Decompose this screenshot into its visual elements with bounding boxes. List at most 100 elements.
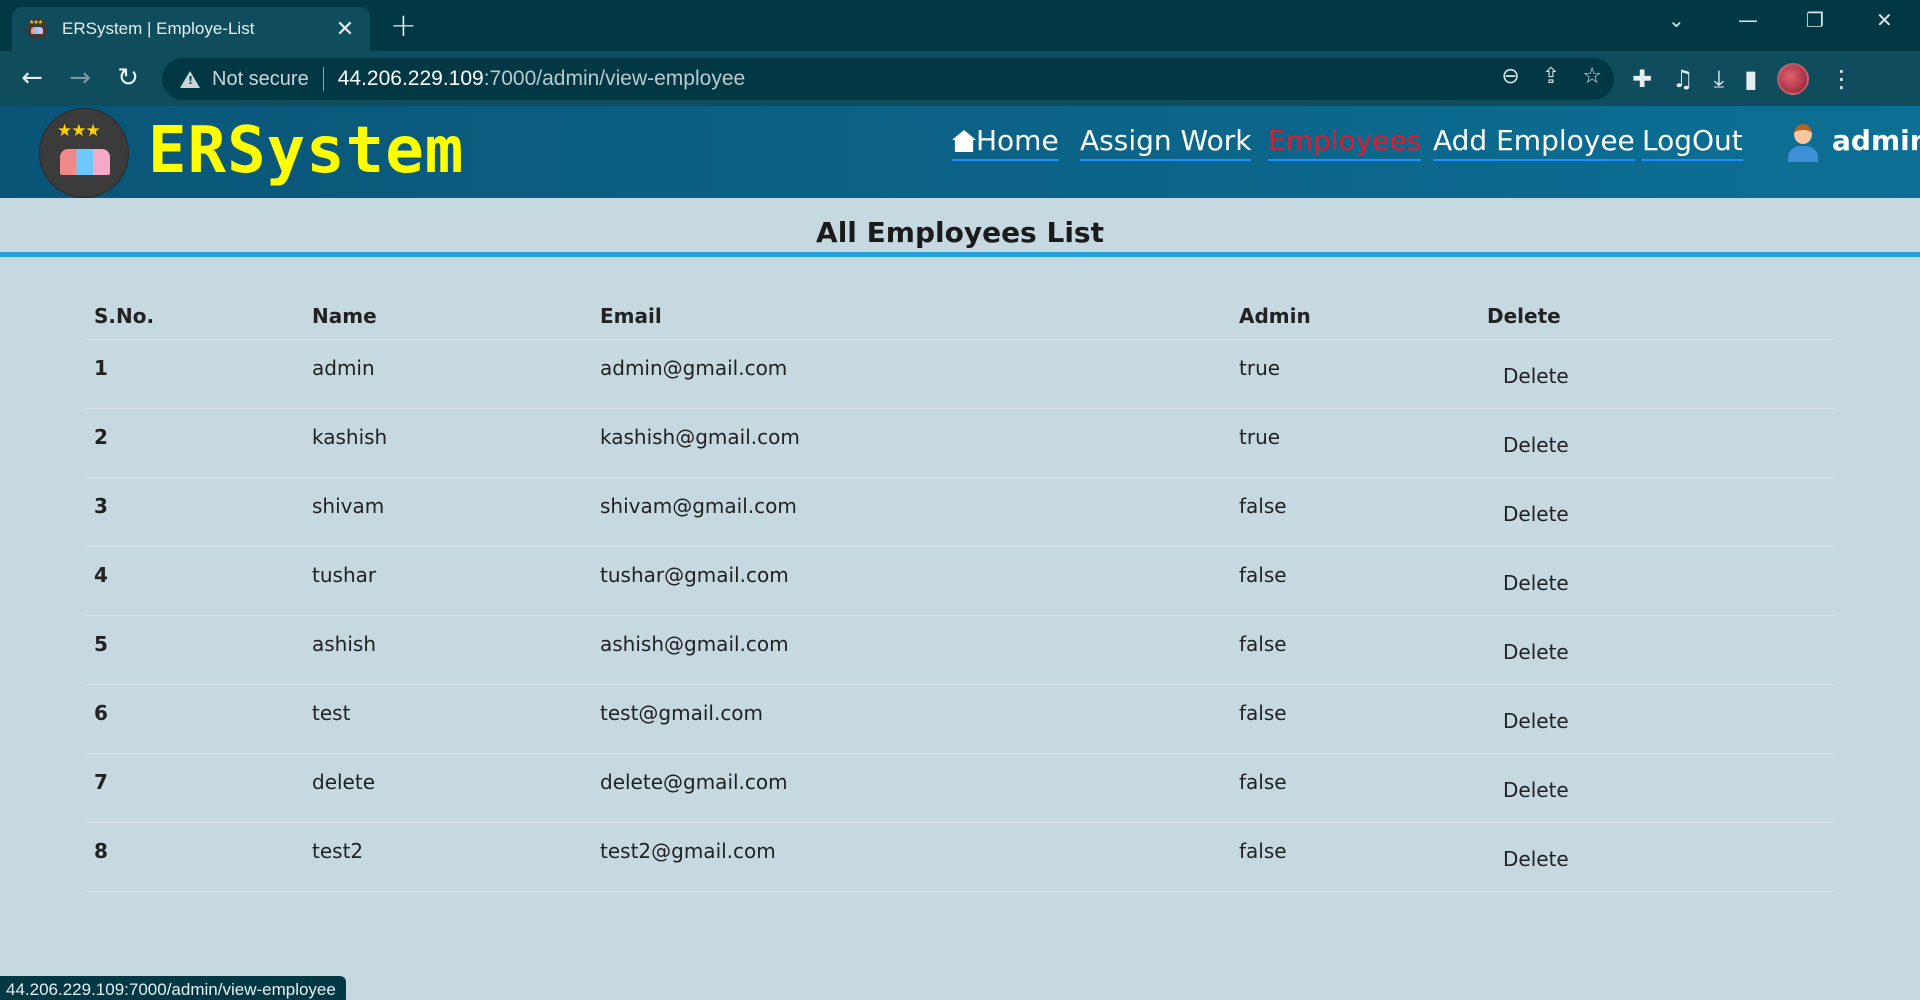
cell-name: test2 — [302, 822, 590, 892]
title-divider — [0, 252, 1920, 257]
cell-email: test@gmail.com — [590, 684, 1229, 754]
forward-icon[interactable]: → — [64, 63, 96, 93]
new-tab-button[interactable]: + — [390, 6, 417, 44]
employees-table: S.No. Name Email Admin Delete 1 admin admi… — [84, 294, 1836, 892]
cell-email: ashish@gmail.com — [590, 615, 1229, 685]
cell-name: admin — [302, 339, 590, 409]
cell-sno: 7 — [84, 753, 302, 823]
user-name: admin — [1832, 124, 1920, 157]
delete-button[interactable]: Delete — [1503, 778, 1569, 802]
cell-delete: Delete — [1477, 546, 1836, 616]
nav-home-label: Home — [976, 124, 1059, 157]
browser-toolbar: ← → ↻ Not secure 44.206.229.109:7000/adm… — [0, 51, 1920, 106]
brand-title[interactable]: ERSystem — [148, 114, 464, 188]
cell-delete: Delete — [1477, 684, 1836, 754]
media-queue-icon[interactable]: ♫ — [1672, 65, 1694, 93]
cell-sno: 2 — [84, 408, 302, 478]
cell-admin: false — [1229, 684, 1477, 754]
not-secure-label[interactable]: Not secure — [212, 68, 309, 91]
warning-icon[interactable] — [180, 70, 200, 88]
back-icon[interactable]: ← — [16, 63, 48, 93]
reload-icon[interactable]: ↻ — [112, 63, 144, 93]
extensions-icon[interactable]: ✚ — [1632, 65, 1652, 93]
cell-delete: Delete — [1477, 822, 1836, 892]
cell-name: tushar — [302, 546, 590, 616]
cell-sno: 8 — [84, 822, 302, 892]
tab-title: ERSystem | Employe-List — [62, 19, 255, 38]
url-separator — [322, 67, 324, 91]
cell-admin: false — [1229, 477, 1477, 547]
user-avatar-icon — [1786, 122, 1820, 162]
cell-admin: false — [1229, 615, 1477, 685]
cell-name: test — [302, 684, 590, 754]
browser-tab[interactable]: ERSystem | Employe-List ✕ — [12, 7, 370, 51]
cell-sno: 1 — [84, 339, 302, 409]
status-bar-url: 44.206.229.109:7000/admin/view-employee — [0, 976, 346, 1000]
side-panel-icon[interactable]: ▮ — [1744, 65, 1757, 93]
url-path[interactable]: :7000/admin/view-employee — [484, 67, 745, 91]
more-menu-icon[interactable]: ⋮ — [1829, 65, 1853, 93]
home-icon — [952, 130, 976, 152]
cell-admin: false — [1229, 753, 1477, 823]
cell-sno: 5 — [84, 615, 302, 685]
table-row: 3 shivam shivam@gmail.com false Delete — [84, 477, 1836, 547]
cell-email: shivam@gmail.com — [590, 477, 1229, 547]
logo-stars-icon: ★★★ — [57, 121, 101, 141]
cell-email: admin@gmail.com — [590, 339, 1229, 409]
delete-button[interactable]: Delete — [1503, 847, 1569, 871]
zoom-icon[interactable]: ⊖ — [1501, 64, 1519, 89]
table-row: 8 test2 test2@gmail.com false Delete — [84, 822, 1836, 892]
delete-button[interactable]: Delete — [1503, 433, 1569, 457]
minimize-button[interactable]: — — [1738, 8, 1758, 32]
table-row: 5 ashish ashish@gmail.com false Delete — [84, 615, 1836, 685]
cell-name: kashish — [302, 408, 590, 478]
toolbar-actions: ✚ ♫ ⤓ ▮ ⋮ — [1632, 63, 1853, 95]
delete-button[interactable]: Delete — [1503, 709, 1569, 733]
app-header: ★★★ ERSystem Home Assign Work Employees … — [0, 106, 1920, 198]
table-header-row: S.No. Name Email Admin Delete — [84, 294, 1836, 340]
nav-home[interactable]: Home — [952, 124, 1059, 161]
logo-people-icon — [60, 149, 110, 175]
nav-assign-work[interactable]: Assign Work — [1080, 124, 1252, 161]
column-header-name: Name — [302, 294, 590, 340]
nav-add-employee[interactable]: Add Employee — [1433, 124, 1635, 161]
cell-email: kashish@gmail.com — [590, 408, 1229, 478]
cell-email: test2@gmail.com — [590, 822, 1229, 892]
cell-admin: true — [1229, 339, 1477, 409]
ersystem-logo-icon[interactable]: ★★★ — [40, 109, 128, 197]
cell-sno: 3 — [84, 477, 302, 547]
cell-delete: Delete — [1477, 408, 1836, 478]
delete-button[interactable]: Delete — [1503, 640, 1569, 664]
page-title: All Employees List — [816, 216, 1104, 249]
url-host[interactable]: 44.206.229.109 — [338, 67, 484, 91]
cell-sno: 6 — [84, 684, 302, 754]
cell-admin: false — [1229, 822, 1477, 892]
address-bar[interactable]: Not secure 44.206.229.109:7000/admin/vie… — [162, 58, 1614, 100]
omnibox-actions: ⊖ ⇪ ☆ — [1501, 64, 1602, 89]
delete-button[interactable]: Delete — [1503, 571, 1569, 595]
delete-button[interactable]: Delete — [1503, 364, 1569, 388]
delete-button[interactable]: Delete — [1503, 502, 1569, 526]
bookmark-star-icon[interactable]: ☆ — [1582, 64, 1602, 89]
cell-delete: Delete — [1477, 753, 1836, 823]
download-icon[interactable]: ⤓ — [1714, 65, 1725, 93]
column-header-sno: S.No. — [84, 294, 302, 340]
nav-logout[interactable]: LogOut — [1642, 124, 1743, 161]
cell-name: ashish — [302, 615, 590, 685]
close-tab-icon[interactable]: ✕ — [334, 17, 356, 42]
share-icon[interactable]: ⇪ — [1542, 64, 1560, 89]
cell-admin: false — [1229, 546, 1477, 616]
tab-search-icon[interactable]: ⌄ — [1668, 8, 1685, 32]
column-header-email: Email — [590, 294, 1229, 340]
cell-admin: true — [1229, 408, 1477, 478]
cell-sno: 4 — [84, 546, 302, 616]
nav-employees[interactable]: Employees — [1268, 124, 1422, 161]
cell-delete: Delete — [1477, 339, 1836, 409]
restore-button[interactable]: ❐ — [1806, 8, 1824, 32]
cell-email: delete@gmail.com — [590, 753, 1229, 823]
cell-delete: Delete — [1477, 615, 1836, 685]
column-header-admin: Admin — [1229, 294, 1477, 340]
table-row: 4 tushar tushar@gmail.com false Delete — [84, 546, 1836, 616]
profile-avatar[interactable] — [1777, 63, 1810, 95]
close-window-button[interactable]: ✕ — [1876, 8, 1893, 32]
